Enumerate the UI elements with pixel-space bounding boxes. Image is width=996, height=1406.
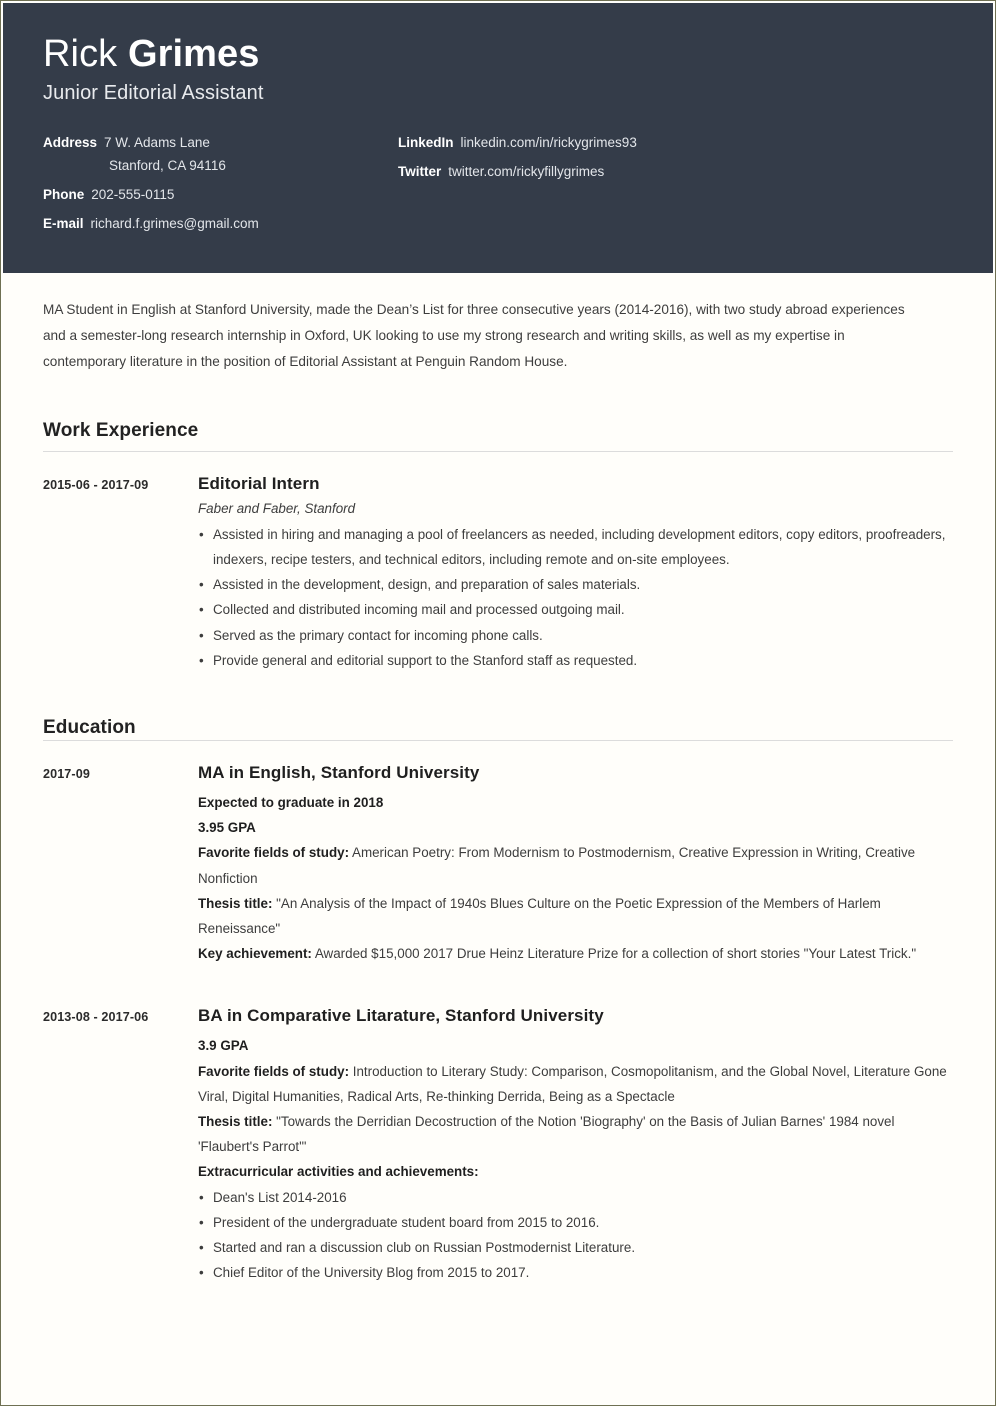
contact-grid: Address 7 W. Adams Lane Stanford, CA 941…	[43, 135, 953, 233]
education-thesis: Thesis title: "Towards the Derridian Dec…	[198, 1109, 953, 1159]
education-gpa-text: 3.95 GPA	[198, 820, 256, 836]
education-favorite-fields-label: Favorite fields of study:	[198, 1063, 350, 1079]
education-key-achievement-label: Key achievement:	[198, 946, 312, 962]
contact-value-phone: 202-555-0115	[91, 186, 175, 202]
list-item: Dean's List 2014-2016	[198, 1185, 953, 1210]
education-expected-graduation: Expected to graduate in 2018	[198, 790, 953, 815]
education-entry: 2013-08 - 2017-06 BA in Comparative Lita…	[43, 1006, 953, 1285]
education-gpa: 3.95 GPA	[198, 815, 953, 840]
list-item: Started and ran a discussion club on Rus…	[198, 1235, 953, 1260]
education-entry-date: 2017-09	[43, 766, 90, 781]
list-item: Chief Editor of the University Blog from…	[198, 1260, 953, 1285]
contact-label-address: Address	[43, 134, 98, 150]
education-gpa: 3.9 GPA	[198, 1033, 953, 1058]
list-item: Collected and distributed incoming mail …	[198, 597, 953, 622]
candidate-name: Rick Grimes	[43, 33, 953, 76]
contact-row-linkedin: LinkedIn linkedin.com/in/rickygrimes93	[398, 135, 953, 151]
list-item: Served as the primary contact for incomi…	[198, 623, 953, 648]
work-entry-title: Editorial Intern	[198, 473, 320, 493]
resume-header: Rick Grimes Junior Editorial Assistant A…	[3, 3, 993, 273]
education-expected-graduation-text: Expected to graduate in 2018	[198, 794, 384, 810]
section-title-work-experience: Work Experience	[43, 420, 953, 452]
education-thesis: Thesis title: "An Analysis of the Impact…	[198, 891, 953, 941]
education-gpa-text: 3.9 GPA	[198, 1038, 249, 1054]
contact-value-twitter[interactable]: twitter.com/rickyfillygrimes	[448, 164, 604, 180]
education-entry: 2017-09 MA in English, Stanford Universi…	[43, 763, 953, 966]
education-entry-main: BA in Comparative Litarature, Stanford U…	[198, 1006, 953, 1285]
candidate-last-name: Grimes	[127, 33, 260, 75]
education-entry-date: 2013-08 - 2017-06	[43, 1010, 149, 1025]
work-entry-bullets: Assisted in hiring and managing a pool o…	[198, 522, 953, 673]
contact-column-left: Address 7 W. Adams Lane Stanford, CA 941…	[43, 135, 398, 233]
contact-value-email[interactable]: richard.f.grimes@gmail.com	[91, 216, 259, 232]
section-title-education: Education	[43, 717, 953, 741]
resume-page-inner: Rick Grimes Junior Editorial Assistant A…	[3, 3, 993, 1403]
contact-value-address-line2: Stanford, CA 94116	[109, 157, 226, 173]
contact-label-phone: Phone	[43, 186, 85, 202]
contact-value-address: 7 W. Adams Lane	[104, 134, 210, 150]
resume-page: Rick Grimes Junior Editorial Assistant A…	[0, 0, 996, 1406]
contact-row-phone: Phone 202-555-0115	[43, 187, 398, 203]
contact-label-email: E-mail	[43, 216, 84, 232]
contact-value-linkedin[interactable]: linkedin.com/in/rickygrimes93	[461, 135, 637, 151]
education-key-achievement: Key achievement: Awarded $15,000 2017 Dr…	[198, 941, 953, 966]
list-item: Assisted in the development, design, and…	[198, 572, 953, 597]
education-favorite-fields: Favorite fields of study: American Poetr…	[198, 840, 953, 890]
education-entry-title: BA in Comparative Litarature, Stanford U…	[198, 1006, 604, 1026]
education-extracurricular-bullets: Dean's List 2014-2016 President of the u…	[198, 1185, 953, 1286]
education-favorite-fields-label: Favorite fields of study:	[198, 845, 350, 861]
education-entry-main: MA in English, Stanford University Expec…	[198, 763, 953, 966]
list-item: Assisted in hiring and managing a pool o…	[198, 522, 953, 572]
education-thesis-value: "Towards the Derridian Decostruction of …	[198, 1113, 895, 1155]
section-education: Education 2017-09 MA in English, Stanfor…	[43, 717, 953, 1286]
education-extracurricular-label-text: Extracurricular activities and achieveme…	[198, 1164, 479, 1180]
education-extracurricular-label: Extracurricular activities and achieveme…	[198, 1159, 953, 1184]
resume-body: MA Student in English at Stanford Univer…	[3, 297, 993, 1325]
professional-summary: MA Student in English at Stanford Univer…	[43, 302, 905, 370]
contact-row-address: Address 7 W. Adams Lane	[43, 135, 398, 151]
contact-label-linkedin: LinkedIn	[398, 134, 454, 150]
contact-column-right: LinkedIn linkedin.com/in/rickygrimes93 T…	[398, 135, 953, 233]
section-work-experience: Work Experience 2015-06 - 2017-09 Editor…	[43, 420, 953, 673]
list-item: Provide general and editorial support to…	[198, 648, 953, 673]
education-favorite-fields: Favorite fields of study: Introduction t…	[198, 1059, 953, 1109]
education-key-achievement-value: Awarded $15,000 2017 Drue Heinz Literatu…	[311, 946, 917, 962]
education-entry-title: MA in English, Stanford University	[198, 762, 480, 782]
candidate-first-name: Rick	[43, 33, 118, 75]
contact-label-twitter: Twitter	[398, 163, 442, 179]
work-entry-company: Faber and Faber, Stanford	[198, 500, 356, 516]
work-entry: 2015-06 - 2017-09 Editorial Intern Faber…	[43, 474, 953, 673]
education-thesis-label: Thesis title:	[198, 895, 273, 911]
work-entry-date: 2015-06 - 2017-09	[43, 477, 149, 492]
work-entry-main: Editorial Intern Faber and Faber, Stanfo…	[198, 474, 953, 673]
education-thesis-value: "An Analysis of the Impact of 1940s Blue…	[198, 895, 881, 936]
list-item: President of the undergraduate student b…	[198, 1210, 953, 1235]
contact-row-email: E-mail richard.f.grimes@gmail.com	[43, 216, 398, 232]
education-thesis-label: Thesis title:	[198, 1113, 273, 1129]
candidate-job-title: Junior Editorial Assistant	[43, 81, 264, 104]
contact-row-twitter: Twitter twitter.com/rickyfillygrimes	[398, 164, 953, 180]
